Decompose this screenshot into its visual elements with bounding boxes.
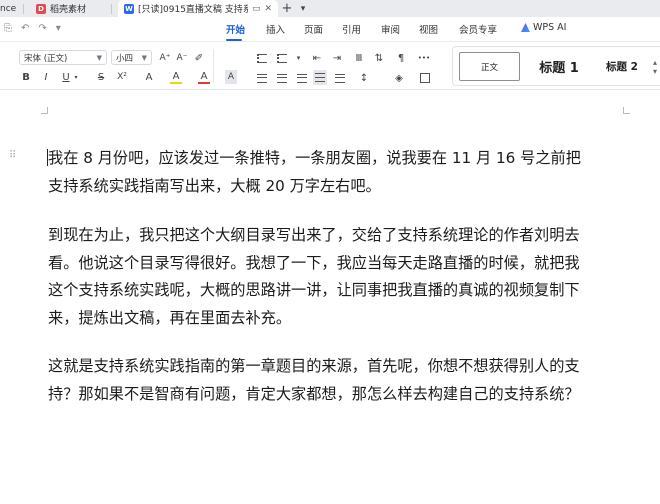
tab-label: 稻壳素材 bbox=[50, 5, 87, 15]
text-line: 来，提炼出文稿，再在里面去补充。 bbox=[48, 308, 291, 327]
font-size-value: 小四 bbox=[116, 53, 134, 64]
font-name-value: 宋体 (正文) bbox=[24, 53, 68, 64]
tab-truncated[interactable]: nce bbox=[0, 0, 30, 17]
font-size-select[interactable]: 小四 ▼ bbox=[111, 50, 152, 65]
sort-icon[interactable]: ⇅ bbox=[373, 51, 385, 65]
text-line: 这就是支持系统实践指南的第一章题目的来源，首先呢，你想不想获得别人的支 bbox=[48, 357, 580, 375]
menu-page[interactable]: 页面 bbox=[304, 22, 323, 36]
style-normal[interactable]: 正文 bbox=[459, 52, 520, 81]
chevron-down-icon: ▼ bbox=[96, 53, 102, 62]
align-left-icon[interactable] bbox=[256, 71, 268, 85]
quick-access-dropdown-icon[interactable]: ▾ bbox=[56, 23, 61, 34]
tab-label: [只读]0915直播文稿 支持系 bbox=[138, 5, 248, 15]
superscript-button[interactable]: X² bbox=[114, 70, 130, 84]
paragraph: 我在 8 月份吧，应该发过一条推特，一条朋友圈，说我要在 11 月 16 号之前… bbox=[48, 145, 634, 200]
distribute-icon[interactable] bbox=[334, 71, 346, 85]
border-icon[interactable] bbox=[419, 71, 431, 85]
tab-list-icon[interactable]: ▾ bbox=[296, 4, 310, 14]
underline-button[interactable]: U bbox=[60, 70, 72, 84]
document-page[interactable]: ⠿ 我在 8 月份吧，应该发过一条推特，一条朋友圈，说我要在 11 月 16 号… bbox=[0, 91, 660, 504]
menu-wps-ai[interactable]: WPS AI bbox=[521, 22, 566, 33]
quick-access: ⎘ ↶ ↷ ▾ bbox=[4, 23, 61, 34]
active-menu-indicator bbox=[226, 39, 242, 41]
style-heading-2[interactable]: 标题 2 bbox=[597, 52, 647, 81]
text-line: 支持系统实践指南写出来，大概 20 万字左右吧。 bbox=[48, 176, 381, 195]
margin-corner-mark bbox=[41, 107, 48, 114]
decrease-indent-icon[interactable]: ⇤ bbox=[311, 51, 323, 65]
text-effect-button[interactable]: A bbox=[143, 70, 155, 84]
menu-member[interactable]: 会员专享 bbox=[459, 22, 497, 36]
wps-ai-icon bbox=[521, 23, 530, 32]
font-name-select[interactable]: 宋体 (正文) ▼ bbox=[19, 50, 107, 65]
style-gallery-scroll-icon[interactable]: ▴ ▾ bbox=[649, 52, 660, 81]
ribbon-menu: ⎘ ↶ ↷ ▾ 开始 插入 页面 引用 审阅 视图 会员专享 WPS AI bbox=[0, 17, 660, 42]
fill-color-icon[interactable]: ◈ bbox=[393, 71, 405, 85]
margin-corner-mark bbox=[623, 107, 630, 114]
menu-view[interactable]: 视图 bbox=[419, 22, 438, 36]
redo-icon[interactable]: ↷ bbox=[38, 23, 46, 34]
text-line: 持？那如果不是智商有问题，肯定大家都想，那怎么样去构建自己的支持系统？ bbox=[48, 384, 580, 403]
tab-separator bbox=[111, 3, 112, 14]
align-right-icon[interactable] bbox=[296, 71, 308, 85]
paragraph: 这就是支持系统实践指南的第一章题目的来源，首先呢，你想不想获得别人的支 持？那如… bbox=[48, 353, 634, 408]
grow-font-icon[interactable]: A⁺ bbox=[158, 51, 172, 65]
menu-wps-ai-label: WPS AI bbox=[533, 22, 567, 33]
text-line: 我在 8 月份吧，应该发过一条推特，一条朋友圈，说我要在 11 月 16 号之前… bbox=[48, 149, 581, 167]
chevron-down-icon[interactable]: ▾ bbox=[294, 51, 303, 65]
new-tab-button[interactable]: + bbox=[278, 1, 296, 16]
tab-document-active[interactable]: W [只读]0915直播文稿 支持系 ▭ ✕ bbox=[118, 0, 278, 17]
paragraph: 到现在为止，我只把这个大纲目录写出来了，交给了支持系统理论的作者刘明去 看。他说… bbox=[48, 222, 634, 332]
chinese-layout-icon[interactable]: Ⅲ bbox=[353, 51, 365, 65]
bullet-list-icon[interactable] bbox=[256, 51, 268, 65]
menu-insert[interactable]: 插入 bbox=[266, 22, 285, 36]
undo-icon[interactable]: ↶ bbox=[21, 23, 29, 34]
menu-references[interactable]: 引用 bbox=[342, 22, 361, 36]
shrink-font-icon[interactable]: A⁻ bbox=[175, 51, 189, 65]
text-line: 看。他说这个目录写得很好。我想了一下，我应当每天走路直播的时候，就把我 bbox=[48, 253, 580, 272]
font-color-button[interactable]: A bbox=[198, 70, 210, 84]
numbered-list-icon[interactable] bbox=[276, 51, 288, 65]
tab-separator bbox=[23, 3, 24, 14]
text-line: 到现在为止，我只把这个大纲目录写出来了，交给了支持系统理论的作者刘明去 bbox=[48, 226, 580, 244]
chevron-down-icon[interactable]: ▾ bbox=[72, 70, 80, 84]
show-marks-icon[interactable]: ¶ bbox=[395, 51, 407, 65]
menu-review[interactable]: 审阅 bbox=[381, 22, 400, 36]
more-options-icon[interactable]: ••• bbox=[416, 51, 432, 65]
tab-docer[interactable]: D 稻壳素材 bbox=[30, 0, 118, 17]
divider bbox=[213, 49, 214, 83]
docer-icon: D bbox=[36, 3, 46, 14]
increase-indent-icon[interactable]: ⇥ bbox=[331, 51, 343, 65]
line-spacing-icon[interactable]: ↕ bbox=[358, 71, 370, 85]
style-heading-1[interactable]: 标题 1 bbox=[525, 52, 593, 81]
paragraph-drag-handle-icon[interactable]: ⠿ bbox=[9, 150, 16, 161]
clear-format-icon[interactable]: ✐ bbox=[192, 51, 206, 65]
tab-label: nce bbox=[0, 3, 17, 14]
screen-icon[interactable]: ▭ bbox=[252, 4, 261, 14]
italic-button[interactable]: I bbox=[40, 70, 52, 84]
close-icon[interactable]: ✕ bbox=[264, 4, 272, 14]
strikethrough-button[interactable]: S bbox=[95, 70, 107, 84]
copy-icon[interactable]: ⎘ bbox=[4, 23, 12, 34]
document-body[interactable]: 我在 8 月份吧，应该发过一条推特，一条朋友圈，说我要在 11 月 16 号之前… bbox=[48, 145, 634, 408]
bold-button[interactable]: B bbox=[20, 70, 32, 84]
highlight-button[interactable]: A bbox=[170, 70, 182, 84]
tab-bar: nce D 稻壳素材 W [只读]0915直播文稿 支持系 ▭ ✕ + ▾ bbox=[0, 0, 660, 17]
word-doc-icon: W bbox=[124, 3, 134, 14]
style-gallery: 正文 标题 1 标题 2 ▴ ▾ bbox=[452, 46, 660, 86]
align-center-icon[interactable] bbox=[276, 71, 288, 85]
menu-home[interactable]: 开始 bbox=[226, 22, 245, 36]
justify-icon[interactable] bbox=[313, 70, 327, 85]
chevron-down-icon: ▼ bbox=[141, 53, 147, 62]
text-line: 这个支持系统实践呢，大概的思路讲一讲，让同事把我直播的真诚的视频复制下 bbox=[48, 281, 580, 299]
char-shading-button[interactable]: A bbox=[225, 70, 237, 84]
